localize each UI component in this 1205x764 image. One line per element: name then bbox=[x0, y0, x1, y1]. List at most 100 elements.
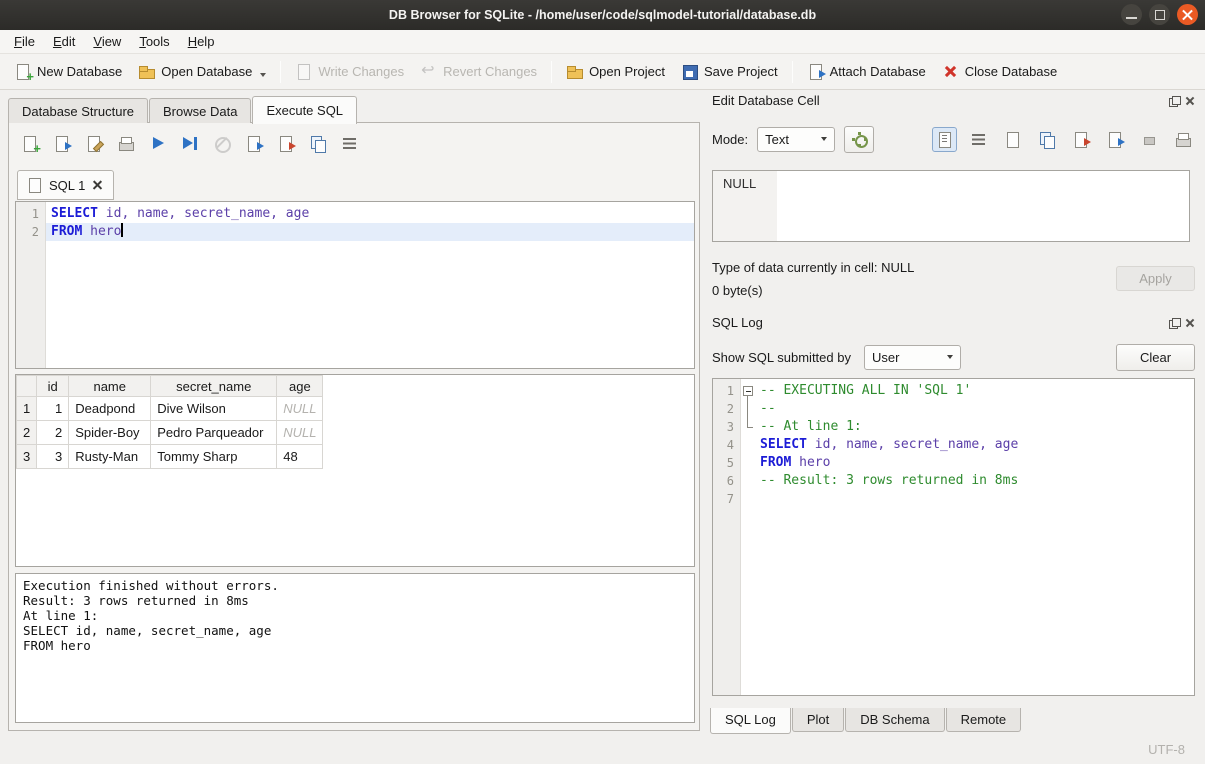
sql-token: -- At line 1: bbox=[760, 419, 862, 434]
edit-cell-header: Edit Database Cell bbox=[712, 93, 1195, 108]
column-header-age[interactable]: age bbox=[277, 376, 323, 397]
write-changes-button: Write Changes bbox=[287, 58, 412, 85]
paste-button[interactable] bbox=[1034, 127, 1059, 152]
editor-code-area[interactable]: SELECT id, name, secret_name, ageFROM he… bbox=[46, 202, 694, 368]
line-number: 4 bbox=[713, 436, 740, 454]
close-database-button[interactable]: Close Database bbox=[934, 58, 1066, 85]
table-cell[interactable]: Spider-Boy bbox=[69, 421, 151, 445]
tab-sql-log[interactable]: SQL Log bbox=[710, 708, 791, 734]
sql-log-view[interactable]: 1234567 -- EXECUTING ALL IN 'SQL 1'-- -- … bbox=[712, 378, 1195, 696]
minimize-button[interactable] bbox=[1121, 4, 1142, 25]
set-null-button[interactable] bbox=[1136, 127, 1161, 152]
menubar: FileEditViewToolsHelp bbox=[0, 30, 1205, 54]
table-cell[interactable]: Rusty-Man bbox=[69, 445, 151, 469]
save-results-icon[interactable] bbox=[309, 135, 326, 152]
copy-button[interactable] bbox=[1000, 127, 1025, 152]
mode-value: Text bbox=[765, 132, 789, 147]
save-project-button[interactable]: Save Project bbox=[673, 58, 786, 85]
copy-icon bbox=[1004, 131, 1021, 148]
save-sql-file-icon[interactable] bbox=[85, 135, 102, 152]
table-cell[interactable]: 48 bbox=[277, 445, 323, 469]
import-button[interactable] bbox=[1068, 127, 1093, 152]
fold-collapse-icon[interactable] bbox=[741, 382, 755, 400]
table-cell[interactable]: NULL bbox=[277, 421, 323, 445]
row-header[interactable]: 3 bbox=[17, 445, 37, 469]
table-row: 22Spider-BoyPedro ParqueadorNULL bbox=[17, 421, 323, 445]
cell-type-info: Type of data currently in cell: NULL bbox=[712, 260, 914, 275]
tab-browse-data[interactable]: Browse Data bbox=[149, 98, 251, 123]
table-cell[interactable]: Pedro Parqueador bbox=[151, 421, 277, 445]
close-database-icon bbox=[942, 63, 959, 80]
open-project-button[interactable]: Open Project bbox=[558, 58, 673, 85]
table-cell[interactable]: Tommy Sharp bbox=[151, 445, 277, 469]
sql-subtab[interactable]: SQL 1 bbox=[17, 170, 114, 200]
cell-value: NULL bbox=[723, 176, 756, 191]
cell-value-editor[interactable]: NULL bbox=[712, 170, 1190, 242]
tab-remote[interactable]: Remote bbox=[946, 708, 1022, 732]
export-sql-icon[interactable] bbox=[245, 135, 262, 152]
tab-plot[interactable]: Plot bbox=[792, 708, 844, 732]
apply-button[interactable]: Apply bbox=[1116, 266, 1195, 291]
table-cell[interactable]: NULL bbox=[277, 397, 323, 421]
tab-db-schema[interactable]: DB Schema bbox=[845, 708, 944, 732]
edit-text-button[interactable] bbox=[932, 127, 957, 152]
float-dock-icon[interactable] bbox=[1169, 96, 1179, 106]
auto-switch-mode-button[interactable] bbox=[844, 126, 874, 153]
menu-item-help[interactable]: Help bbox=[179, 31, 224, 52]
print-button[interactable] bbox=[1170, 127, 1195, 152]
log-line-numbers: 1234567 bbox=[713, 379, 741, 695]
chevron-down-icon[interactable] bbox=[260, 73, 266, 77]
new-database-button[interactable]: New Database bbox=[6, 58, 130, 85]
open-sql-file-icon[interactable] bbox=[53, 135, 70, 152]
close-tab-icon[interactable] bbox=[92, 180, 103, 191]
word-wrap-icon[interactable] bbox=[341, 135, 358, 152]
export-button[interactable] bbox=[1102, 127, 1127, 152]
close-button[interactable] bbox=[1177, 4, 1198, 25]
tab-execute-sql[interactable]: Execute SQL bbox=[252, 96, 357, 124]
log-fold-column[interactable] bbox=[741, 379, 755, 695]
row-header[interactable]: 2 bbox=[17, 421, 37, 445]
close-dock-icon[interactable] bbox=[1185, 96, 1195, 106]
revert-changes-icon bbox=[420, 63, 437, 80]
table-cell[interactable]: 2 bbox=[37, 421, 69, 445]
word-wrap-button[interactable] bbox=[966, 127, 991, 152]
tab-database-structure[interactable]: Database Structure bbox=[8, 98, 148, 123]
table-cell[interactable]: 3 bbox=[37, 445, 69, 469]
float-dock-icon[interactable] bbox=[1169, 318, 1179, 328]
table-cell[interactable]: 1 bbox=[37, 397, 69, 421]
column-header-id[interactable]: id bbox=[37, 376, 69, 397]
open-database-button[interactable]: Open Database bbox=[130, 58, 274, 85]
execute-current-line-icon[interactable] bbox=[181, 135, 198, 152]
sql-toolbar bbox=[21, 131, 358, 155]
column-header-secret_name[interactable]: secret_name bbox=[151, 376, 277, 397]
sql-editor[interactable]: 12 SELECT id, name, secret_name, ageFROM… bbox=[15, 201, 695, 369]
menu-item-edit[interactable]: Edit bbox=[44, 31, 84, 52]
attach-database-button[interactable]: Attach Database bbox=[799, 58, 934, 85]
menu-item-tools[interactable]: Tools bbox=[130, 31, 178, 52]
execute-all-icon[interactable] bbox=[149, 135, 166, 152]
table-cell[interactable]: Deadpond bbox=[69, 397, 151, 421]
column-header-name[interactable]: name bbox=[69, 376, 151, 397]
log-filter-combobox[interactable]: User bbox=[864, 345, 961, 370]
close-dock-icon[interactable] bbox=[1185, 318, 1195, 328]
maximize-button[interactable] bbox=[1149, 4, 1170, 25]
import-sql-icon[interactable] bbox=[277, 135, 294, 152]
line-number: 2 bbox=[713, 400, 740, 418]
menu-item-view[interactable]: View bbox=[84, 31, 130, 52]
toolbar-button-label: Revert Changes bbox=[443, 64, 537, 79]
editor-line[interactable]: FROM hero bbox=[46, 223, 694, 241]
titlebar[interactable]: DB Browser for SQLite - /home/user/code/… bbox=[0, 0, 1205, 30]
print-icon[interactable] bbox=[117, 135, 134, 152]
window-buttons bbox=[1121, 4, 1198, 25]
table-row: 33Rusty-ManTommy Sharp48 bbox=[17, 445, 323, 469]
clear-log-button[interactable]: Clear bbox=[1116, 344, 1195, 371]
line-number: 2 bbox=[16, 223, 45, 241]
mode-combobox[interactable]: Text bbox=[757, 127, 835, 152]
row-header[interactable]: 1 bbox=[17, 397, 37, 421]
editor-line[interactable]: SELECT id, name, secret_name, age bbox=[46, 205, 694, 223]
new-tab-icon[interactable] bbox=[21, 135, 38, 152]
menu-item-file[interactable]: File bbox=[5, 31, 44, 52]
log-line: -- EXECUTING ALL IN 'SQL 1' bbox=[755, 382, 1194, 400]
table-cell[interactable]: Dive Wilson bbox=[151, 397, 277, 421]
sql-token: -- bbox=[760, 401, 776, 416]
